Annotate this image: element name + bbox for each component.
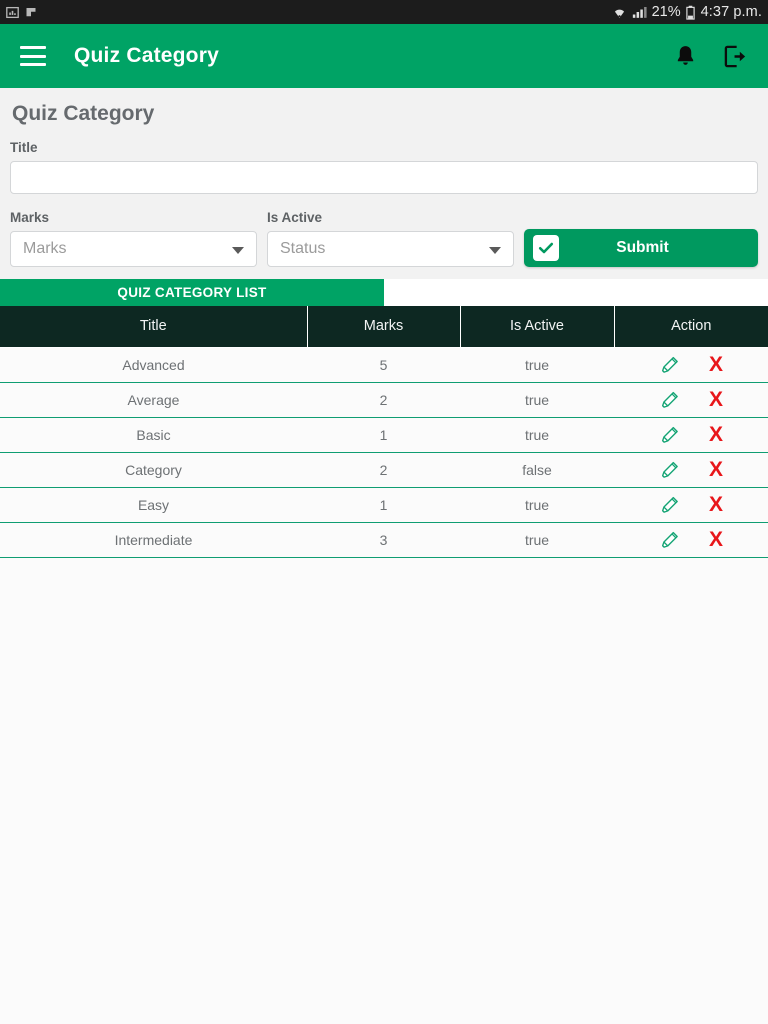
cell-title: Category (0, 452, 307, 488)
pencil-edit-icon[interactable] (659, 494, 681, 516)
x-delete-icon[interactable]: X (709, 529, 723, 550)
cell-title: Intermediate (0, 522, 307, 558)
column-header-action: Action (614, 306, 768, 347)
pencil-edit-icon[interactable] (659, 354, 681, 376)
table-row: Basic 1 true X (0, 417, 768, 453)
cell-marks: 5 (307, 346, 460, 383)
bell-icon[interactable] (674, 44, 697, 69)
cell-is-active: true (460, 382, 614, 418)
column-header-marks[interactable]: Marks (307, 306, 461, 347)
marks-select-value: Marks (23, 240, 67, 257)
page-empty-area (0, 557, 768, 1024)
cell-is-active: false (460, 452, 614, 488)
table-body: Advanced 5 true X Average 2 true X Basic 1 true X Ca… (0, 346, 768, 558)
quiz-category-list-tab[interactable]: QUIZ CATEGORY LIST (0, 279, 384, 306)
row-actions: X (614, 494, 768, 516)
row-actions: X (614, 354, 768, 376)
app-bar-title: Quiz Category (74, 44, 219, 67)
table-row: Intermediate 3 true X (0, 522, 768, 558)
chevron-down-icon (232, 247, 244, 254)
cell-title: Easy (0, 487, 307, 523)
form-controls-row: Marks Marks Is Active Status Submit (10, 210, 758, 267)
table-row: Category 2 false X (0, 452, 768, 488)
x-delete-icon[interactable]: X (709, 354, 723, 375)
clock-label: 4:37 p.m. (700, 4, 762, 20)
status-bar-left-icons (6, 6, 37, 19)
logout-icon[interactable] (723, 44, 748, 69)
table-header: Title Marks Is Active Action (0, 306, 768, 347)
is-active-select[interactable]: Status (267, 231, 514, 267)
battery-icon (685, 5, 695, 20)
row-actions: X (614, 389, 768, 411)
table-header-row: Title Marks Is Active Action (0, 306, 768, 347)
cell-title: Basic (0, 417, 307, 453)
marks-field-group: Marks Marks (10, 210, 257, 267)
is-active-select-value: Status (280, 240, 326, 257)
cell-is-active: true (460, 487, 614, 523)
pencil-edit-icon[interactable] (659, 389, 681, 411)
pencil-edit-icon[interactable] (659, 459, 681, 481)
cell-action: X (614, 346, 768, 383)
column-header-title[interactable]: Title (0, 306, 308, 347)
cell-is-active: true (460, 346, 614, 383)
x-delete-icon[interactable]: X (709, 424, 723, 445)
cell-signal-icon (632, 5, 647, 19)
submit-button-label: Submit (616, 239, 669, 256)
title-field-label: Title (10, 140, 38, 155)
flag-notification-icon (25, 6, 37, 19)
cell-marks: 2 (307, 382, 460, 418)
cell-marks: 1 (307, 417, 460, 453)
cell-action: X (614, 452, 768, 488)
battery-percent-label: 21% (651, 4, 681, 20)
quiz-category-form: Quiz Category Title Marks Marks Is Activ… (0, 88, 768, 279)
cell-marks: 1 (307, 487, 460, 523)
cell-marks: 3 (307, 522, 460, 558)
cell-is-active: true (460, 417, 614, 453)
marks-select[interactable]: Marks (10, 231, 257, 267)
hamburger-menu-icon[interactable] (20, 46, 46, 66)
is-active-field-group: Is Active Status (267, 210, 514, 267)
x-delete-icon[interactable]: X (709, 494, 723, 515)
app-bar: Quiz Category (0, 24, 768, 88)
quiz-category-list-tab-label: QUIZ CATEGORY LIST (117, 285, 267, 300)
table-row: Advanced 5 true X (0, 346, 768, 383)
is-active-field-label: Is Active (267, 210, 323, 225)
wifi-icon (612, 5, 627, 19)
page-title: Quiz Category (12, 102, 155, 125)
cell-action: X (614, 522, 768, 558)
submit-group: Submit (524, 229, 758, 267)
cell-is-active: true (460, 522, 614, 558)
status-bar: 21% 4:37 p.m. (0, 0, 768, 24)
app-bar-actions (674, 44, 748, 69)
x-delete-icon[interactable]: X (709, 459, 723, 480)
image-notification-icon (6, 6, 19, 19)
title-input[interactable] (10, 161, 758, 194)
column-header-is-active[interactable]: Is Active (460, 306, 615, 347)
cell-action: X (614, 487, 768, 523)
pencil-edit-icon[interactable] (659, 529, 681, 551)
marks-field-label: Marks (10, 210, 50, 225)
cell-action: X (614, 417, 768, 453)
cell-title: Average (0, 382, 307, 418)
quiz-category-table: Title Marks Is Active Action Advanced 5 tr… (0, 306, 768, 558)
cell-marks: 2 (307, 452, 460, 488)
status-bar-right: 21% 4:37 p.m. (612, 4, 762, 20)
table-row: Average 2 true X (0, 382, 768, 418)
row-actions: X (614, 459, 768, 481)
pencil-edit-icon[interactable] (659, 424, 681, 446)
x-delete-icon[interactable]: X (709, 389, 723, 410)
submit-button[interactable]: Submit (524, 229, 758, 267)
table-row: Easy 1 true X (0, 487, 768, 523)
row-actions: X (614, 424, 768, 446)
cell-action: X (614, 382, 768, 418)
checkbox-checked-icon (533, 235, 559, 261)
row-actions: X (614, 529, 768, 551)
chevron-down-icon (489, 247, 501, 254)
cell-title: Advanced (0, 346, 307, 383)
